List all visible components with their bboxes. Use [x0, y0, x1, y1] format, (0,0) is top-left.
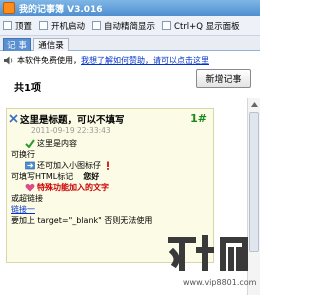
option-pin-top[interactable]: 顶置	[3, 20, 32, 32]
list-item: 或超链接	[11, 193, 211, 204]
option-label: 顶置	[15, 21, 33, 32]
option-autostart[interactable]: 开机启动	[39, 20, 85, 32]
tab-notes[interactable]: 记 事	[3, 38, 31, 51]
note-line: 可换行	[11, 150, 35, 159]
checkbox[interactable]	[3, 21, 12, 30]
list-item: 特殊功能加入的文字	[11, 182, 211, 193]
scroll-thumb[interactable]	[249, 112, 259, 252]
window-title: 我的记事簿 V3.016	[19, 4, 103, 15]
option-label: 自动精简显示	[104, 21, 156, 32]
watermark-logo	[168, 235, 248, 271]
tab-strip: 记 事 通信录	[0, 36, 260, 51]
checkbox[interactable]	[92, 21, 102, 30]
note-line: 可填写HTML标记	[11, 172, 74, 181]
speaker-icon	[4, 56, 13, 64]
note-line-bold: 您好	[83, 172, 100, 181]
notice-text: 本软件免费使用，	[17, 55, 81, 65]
note-title: 这里是标题，可以不填写	[20, 115, 125, 126]
exclamation-icon	[107, 161, 109, 170]
note-line-special: 特殊功能加入的文字	[37, 183, 109, 192]
checkbox[interactable]	[162, 21, 172, 30]
item-count: 共1项	[14, 83, 41, 94]
note-link[interactable]: 链接一	[11, 204, 35, 215]
tab-contacts[interactable]: 通信录	[33, 38, 69, 51]
note-number: 1#	[190, 112, 207, 125]
note-line: 或超链接	[11, 194, 43, 203]
delete-icon[interactable]	[9, 114, 18, 123]
note-line: 还可加入小图标仔	[37, 161, 101, 170]
option-label: Ctrl+Q 显示面板	[174, 21, 240, 32]
list-item: 可填写HTML标记 您好	[11, 171, 211, 182]
share-icon	[25, 161, 35, 170]
list-item: 可换行	[11, 149, 211, 160]
options-bar: 顶置 开机启动 自动精简显示 Ctrl+Q 显示面板	[0, 16, 260, 36]
option-compact[interactable]: 自动精简显示	[92, 20, 155, 32]
list-item: 这里是内容	[11, 138, 211, 149]
notice-bar: 本软件免费使用， 我想了解如何赞助，请可以点击这里	[4, 54, 256, 66]
scroll-up-arrow-icon[interactable]	[248, 98, 260, 110]
sponsor-link[interactable]: 我想了解如何赞助，请可以点击这里	[81, 55, 209, 66]
heart-icon	[25, 183, 35, 192]
note-line: 这里是内容	[37, 139, 77, 148]
list-item: 还可加入小图标仔	[11, 160, 211, 171]
note-content: 这里是内容 可换行 还可加入小图标仔 可填写HTML标记 您好 特殊功能加入的文…	[11, 138, 211, 226]
check-icon	[25, 139, 35, 148]
option-label: 开机启动	[51, 21, 86, 32]
note-date: 2011-09-19 22:33:43	[31, 126, 111, 135]
new-note-button[interactable]: 新增记事	[196, 69, 251, 88]
notebook-icon	[3, 2, 15, 14]
watermark-url: www.vip8801.com	[183, 278, 257, 287]
title-bar[interactable]: 我的记事簿 V3.016	[0, 0, 260, 16]
checkbox[interactable]	[39, 21, 49, 30]
note-line: 要加上 target="_blank" 否则无法使用	[11, 216, 153, 225]
list-item: 要加上 target="_blank" 否则无法使用	[11, 215, 211, 226]
option-hotkey[interactable]: Ctrl+Q 显示面板	[162, 20, 240, 32]
list-item: 链接一	[11, 204, 211, 215]
